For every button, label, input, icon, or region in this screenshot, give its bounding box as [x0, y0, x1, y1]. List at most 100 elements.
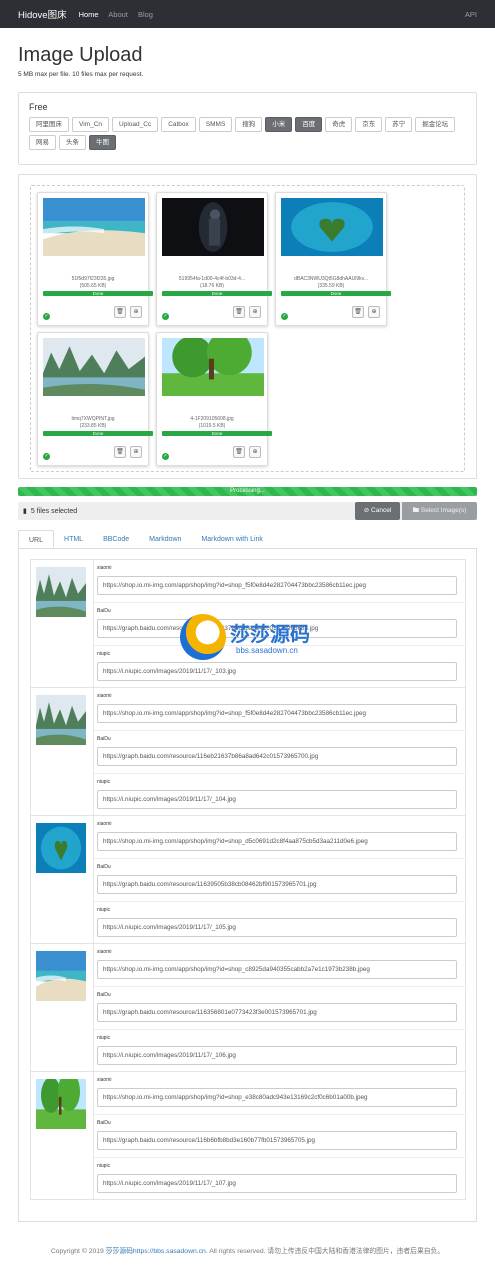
file-status: Done	[92, 431, 104, 436]
file-size: (233.85 KB)	[79, 423, 107, 429]
result-links: xiaomi https://shop.io.mi-img.com/app/sho…	[93, 816, 465, 943]
result-links: xiaomi https://shop.io.mi-img.com/app/sho…	[93, 1072, 465, 1199]
footer-link[interactable]: 莎莎源码https://bbs.sasadown.cn	[106, 1248, 206, 1255]
url-field[interactable]: https://graph.baidu.com/resource/1163568…	[97, 1003, 457, 1022]
cancel-icon: ⊘	[363, 507, 370, 514]
delete-icon[interactable]: 🗑	[114, 306, 126, 318]
result-link-row: xiaomi https://shop.io.mi-img.com/app/sho…	[94, 944, 465, 987]
url-field[interactable]: https://graph.baidu.com/resource/116eb21…	[97, 747, 457, 766]
host-button[interactable]: 头条	[59, 135, 86, 150]
url-field[interactable]: https://shop.io.mi-img.com/app/shop/img?…	[97, 960, 457, 979]
host-button[interactable]: 奇虎	[325, 117, 353, 132]
delete-icon[interactable]: 🗑	[352, 306, 364, 318]
url-field[interactable]: https://shop.io.mi-img.com/app/shop/img?…	[97, 1088, 457, 1107]
host-button[interactable]: 苏宁	[385, 117, 413, 132]
url-field[interactable]: https://shop.io.mi-img.com/app/shop/img?…	[97, 832, 457, 851]
host-label: xiaomi	[97, 949, 112, 955]
host-button[interactable]: 京东	[355, 117, 383, 132]
result-group: xiaomi https://shop.io.mi-img.com/app/sho…	[30, 943, 466, 1072]
select-images-button[interactable]: 🖿 Select Image(s)	[402, 502, 477, 520]
host-label: BaiDu	[97, 736, 111, 742]
url-field[interactable]: https://graph.baidu.com/resource/1163950…	[97, 875, 457, 894]
file-progress-bar: Done	[43, 291, 153, 296]
result-link-row: niupic https://i.niupic.com/images/2019/1…	[94, 902, 465, 945]
file-name: timq7XWQPINT.jpg	[71, 416, 115, 422]
success-check-icon: ✓	[162, 313, 169, 320]
success-check-icon: ✓	[43, 453, 50, 460]
tab-bbcode[interactable]: BBCode	[93, 530, 139, 548]
url-field[interactable]: https://shop.io.mi-img.com/app/shop/img?…	[97, 704, 457, 723]
host-button[interactable]: Upload_Cc	[112, 117, 159, 132]
url-field[interactable]: https://i.niupic.com/images/2019/11/17/_…	[97, 662, 457, 681]
host-button[interactable]: 百度	[295, 117, 323, 132]
result-link-row: BaiDu https://graph.baidu.com/resource/11…	[94, 1115, 465, 1158]
url-field[interactable]: https://shop.io.mi-img.com/app/shop/img?…	[97, 576, 457, 595]
tab-html[interactable]: HTML	[54, 530, 93, 548]
result-group: xiaomi https://shop.io.mi-img.com/app/sho…	[30, 687, 466, 816]
tab-markdown-with-link[interactable]: Markdown with Link	[191, 530, 272, 548]
files-selected-text: 5 files selected	[30, 507, 78, 515]
file-thumbnail	[162, 338, 264, 396]
result-link-row: xiaomi https://shop.io.mi-img.com/app/sho…	[94, 560, 465, 603]
url-field[interactable]: https://i.niupic.com/images/2019/11/17/_…	[97, 790, 457, 809]
host-buttons: 阿里图床 Vim_Cn Upload_Cc Catbox SMMS 搜狗 小米 百度 奇虎 京东苏…	[29, 117, 466, 150]
zoom-icon[interactable]: ⊕	[249, 306, 261, 318]
success-check-icon: ✓	[43, 313, 50, 320]
file-name: 4-1F209105608.jpg	[190, 416, 234, 422]
url-field[interactable]: https://i.niupic.com/images/2019/11/17/_…	[97, 918, 457, 937]
delete-icon[interactable]: 🗑	[233, 446, 245, 458]
result-links: xiaomi https://shop.io.mi-img.com/app/sho…	[93, 688, 465, 815]
host-button[interactable]: 掘金论坛	[415, 117, 456, 132]
tab-markdown[interactable]: Markdown	[139, 530, 191, 548]
zoom-icon[interactable]: ⊕	[368, 306, 380, 318]
host-label: xiaomi	[97, 1077, 112, 1083]
host-button[interactable]: Vim_Cn	[72, 117, 110, 132]
url-field[interactable]: https://i.niupic.com/images/2019/11/17/_…	[97, 1046, 457, 1065]
nav-api[interactable]: API	[465, 10, 477, 19]
delete-icon[interactable]: 🗑	[233, 306, 245, 318]
host-label: xiaomi	[97, 821, 112, 827]
file-status: Done	[330, 291, 342, 296]
zoom-icon[interactable]: ⊕	[130, 306, 142, 318]
footer-copyright: Copyright © 2019	[50, 1248, 106, 1255]
host-button[interactable]: 牛图	[89, 135, 116, 150]
file-name: 51f5d97f23f235.jpg	[71, 276, 115, 282]
host-button[interactable]: 网易	[29, 135, 56, 150]
url-field[interactable]: https://i.niupic.com/images/2019/11/17/_…	[97, 1174, 457, 1193]
zoom-icon[interactable]: ⊕	[130, 446, 142, 458]
host-button[interactable]: 小米	[265, 117, 293, 132]
result-link-row: niupic https://i.niupic.com/images/2019/1…	[94, 1158, 465, 1201]
zoom-icon[interactable]: ⊕	[249, 446, 261, 458]
cancel-button[interactable]: ⊘ Cancel	[355, 502, 400, 520]
host-label: BaiDu	[97, 1120, 111, 1126]
selection-bar: ▮ 5 files selected ⊘ Cancel 🖿 Select Ima…	[18, 502, 477, 520]
file-thumbnail	[281, 198, 383, 256]
result-group: xiaomi https://shop.io.mi-img.com/app/sho…	[30, 1071, 466, 1200]
brand-link[interactable]: Hidove图床	[18, 7, 67, 21]
host-button[interactable]: SMMS	[198, 117, 233, 132]
file-progress-bar: Done	[43, 431, 153, 436]
file-progress-bar: Done	[162, 431, 272, 436]
result-link-row: niupic https://i.niupic.com/images/2019/1…	[94, 1030, 465, 1073]
file-preview-card: 4-1F209105608.jpg (1019.5 KB) Done ✓ 🗑 ⊕	[156, 332, 272, 466]
result-thumbnail	[36, 695, 86, 745]
host-label: niupic	[97, 779, 111, 785]
nav-about[interactable]: About	[108, 10, 128, 19]
file-preview-card: 51f5d97f23f235.jpg (505.65 KB) Done ✓ 🗑 ⊕	[37, 192, 153, 326]
nav-blog[interactable]: Blog	[138, 10, 153, 19]
free-label: Free	[29, 102, 48, 112]
tab-url[interactable]: URL	[18, 530, 55, 548]
host-button[interactable]: 搜狗	[235, 117, 263, 132]
delete-icon[interactable]: 🗑	[114, 446, 126, 458]
host-panel: Free 阿里图床 Vim_Cn Upload_Cc Catbox SMMS 搜狗 小米 百度…	[18, 92, 477, 165]
footer: Copyright © 2019 莎莎源码https://bbs.sasadow…	[0, 1245, 495, 1255]
file-thumbnail	[162, 198, 264, 256]
host-button[interactable]: Catbox	[161, 117, 196, 132]
host-button[interactable]: 阿里图床	[29, 117, 69, 132]
result-thumbnail	[36, 567, 86, 617]
nav-home[interactable]: Home	[79, 10, 99, 19]
host-label: BaiDu	[97, 864, 111, 870]
page-header: Image Upload 5 MB max per file. 10 files…	[18, 44, 477, 78]
url-field[interactable]: https://graph.baidu.com/resource/116b6bf…	[97, 1131, 457, 1150]
host-label: BaiDu	[97, 608, 111, 614]
